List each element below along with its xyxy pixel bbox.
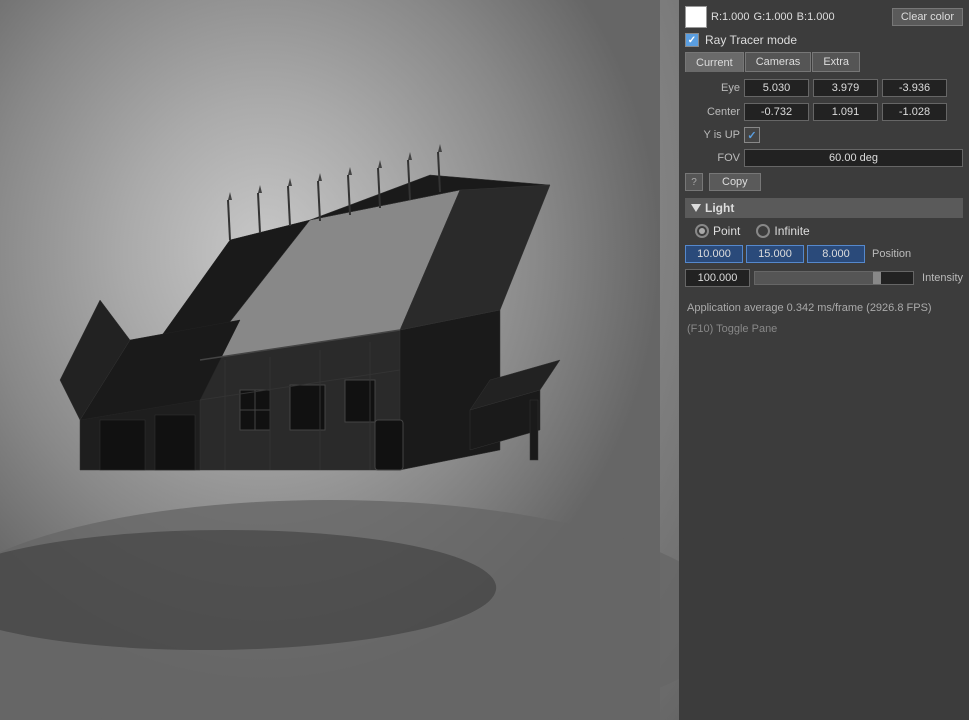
center-y-input[interactable] [813, 103, 878, 121]
fov-label: FOV [685, 152, 740, 164]
eye-x-input[interactable] [744, 79, 809, 97]
center-x-input[interactable] [744, 103, 809, 121]
intensity-row: Intensity [685, 269, 963, 287]
intensity-slider-fill [755, 272, 881, 284]
fps-status: Application average 0.342 ms/frame (2926… [685, 300, 963, 316]
position-label: Position [872, 248, 911, 260]
center-z-input[interactable] [882, 103, 947, 121]
y-is-up-label: Y is UP [685, 129, 740, 141]
eye-row: Eye [685, 79, 963, 97]
fov-row: FOV [685, 149, 963, 167]
color-row: R:1.000 G:1.000 B:1.000 Clear color [685, 6, 963, 28]
eye-label: Eye [685, 82, 740, 94]
light-z-input[interactable] [807, 245, 865, 263]
collapse-icon [691, 204, 701, 212]
ray-tracer-label: Ray Tracer mode [705, 33, 797, 47]
clear-color-button[interactable]: Clear color [892, 8, 963, 26]
center-label: Center [685, 106, 740, 118]
infinite-radio-option[interactable]: Infinite [756, 224, 809, 238]
help-button[interactable]: ? [685, 173, 703, 191]
center-row: Center [685, 103, 963, 121]
fov-input[interactable] [744, 149, 963, 167]
intensity-slider-thumb[interactable] [873, 272, 881, 284]
eye-y-input[interactable] [813, 79, 878, 97]
infinite-label: Infinite [774, 224, 809, 238]
tab-extra[interactable]: Extra [812, 52, 860, 72]
light-y-input[interactable] [746, 245, 804, 263]
tabs-row: Current Cameras Extra [685, 52, 963, 72]
intensity-input[interactable] [685, 269, 750, 287]
copy-row: ? Copy [685, 173, 963, 191]
r-value: R:1.000 [711, 11, 750, 23]
right-panel: R:1.000 G:1.000 B:1.000 Clear color Ray … [679, 0, 969, 720]
point-radio[interactable] [695, 224, 709, 238]
point-radio-option[interactable]: Point [695, 224, 740, 238]
light-label: Light [705, 201, 734, 215]
light-x-input[interactable] [685, 245, 743, 263]
ray-tracer-row: Ray Tracer mode [685, 33, 963, 47]
toggle-pane-hint: (F10) Toggle Pane [685, 321, 963, 337]
tab-current[interactable]: Current [685, 52, 744, 72]
scene-svg [0, 0, 679, 720]
intensity-label: Intensity [922, 272, 963, 284]
light-section-header[interactable]: Light [685, 198, 963, 218]
intensity-slider[interactable] [754, 271, 914, 285]
3d-viewport[interactable] [0, 0, 679, 720]
y-is-up-row: Y is UP [685, 127, 963, 143]
copy-button[interactable]: Copy [709, 173, 761, 191]
y-is-up-checkbox[interactable] [744, 127, 760, 143]
infinite-radio[interactable] [756, 224, 770, 238]
light-type-row: Point Infinite [685, 224, 963, 238]
b-value: B:1.000 [797, 11, 835, 23]
point-label: Point [713, 224, 740, 238]
color-swatch[interactable] [685, 6, 707, 28]
tab-cameras[interactable]: Cameras [745, 52, 812, 72]
g-value: G:1.000 [754, 11, 793, 23]
ray-tracer-checkbox[interactable] [685, 33, 699, 47]
position-row: Position [685, 245, 963, 263]
eye-z-input[interactable] [882, 79, 947, 97]
